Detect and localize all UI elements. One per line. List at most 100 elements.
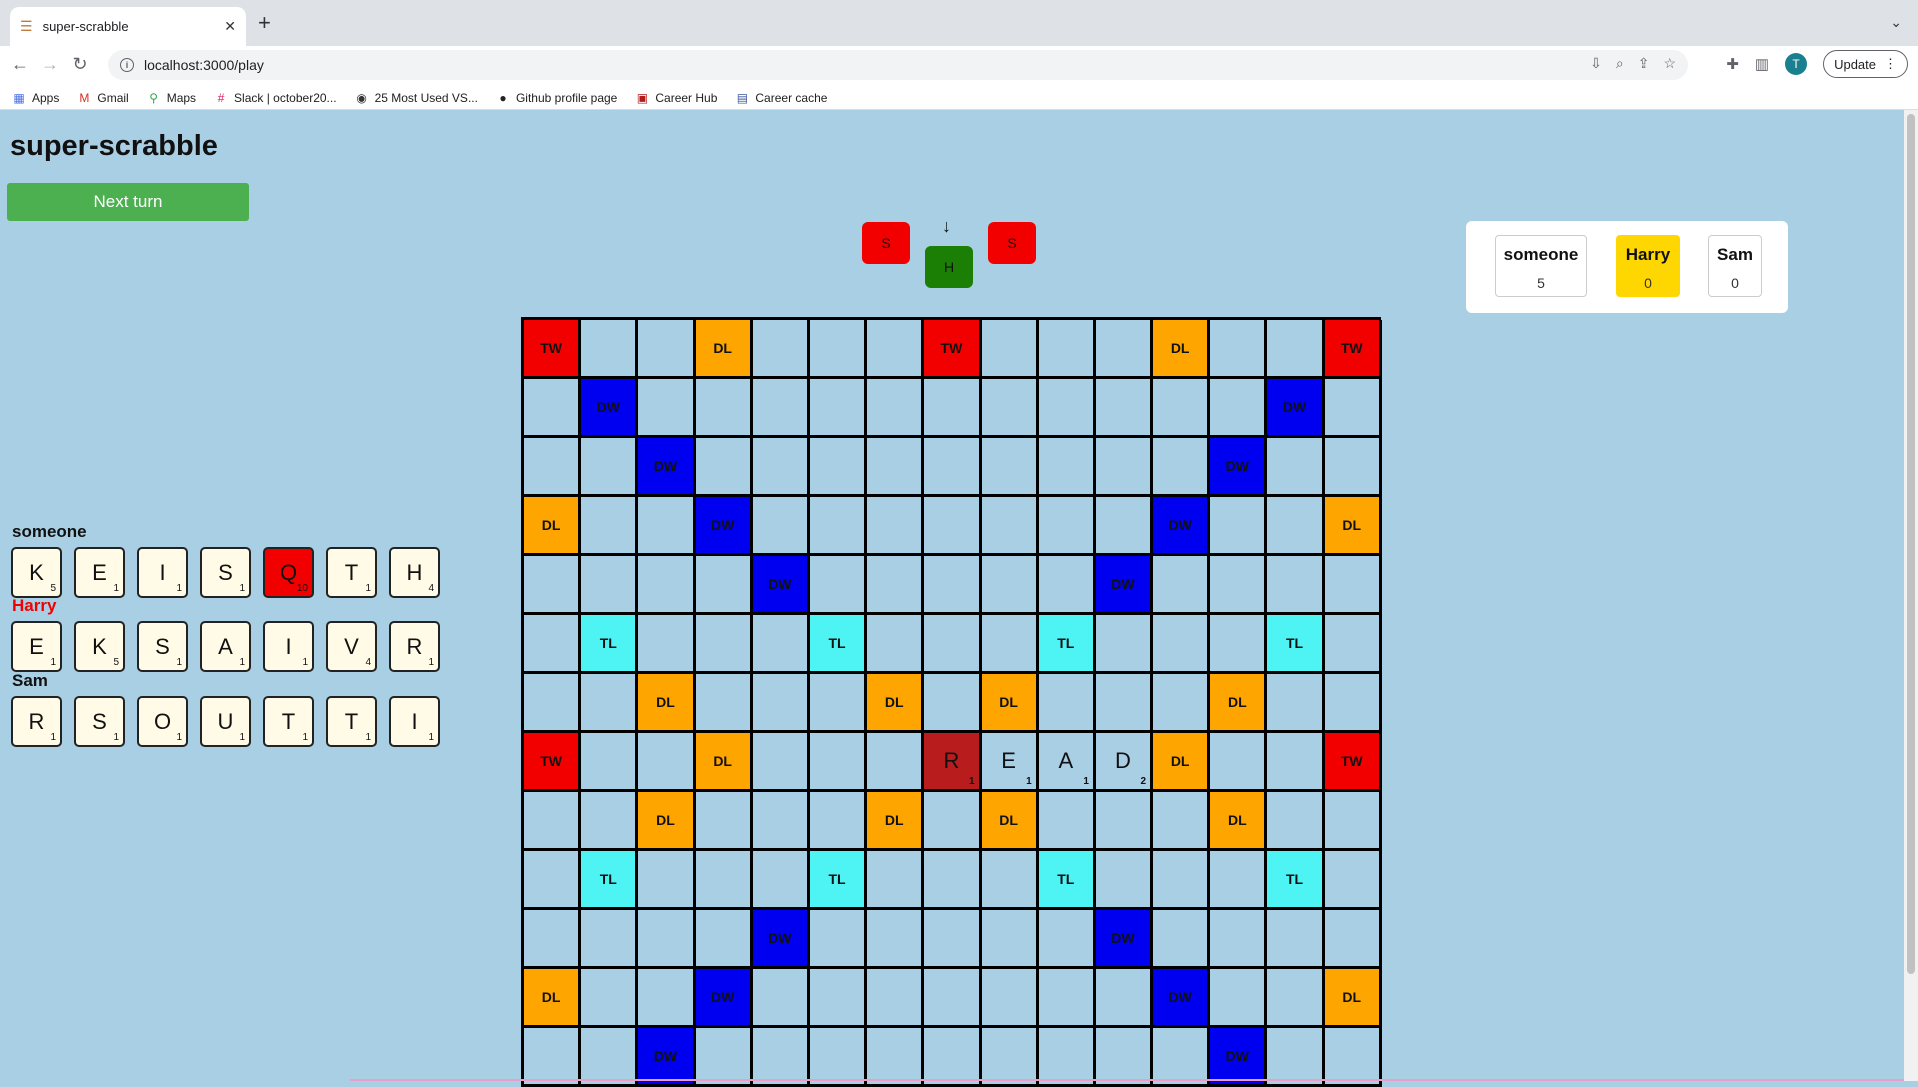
board-cell[interactable] xyxy=(867,379,925,438)
board-cell[interactable] xyxy=(695,438,753,497)
board-cell[interactable] xyxy=(1038,969,1096,1028)
premium-square-tl[interactable]: TL xyxy=(1038,615,1096,674)
board-cell[interactable] xyxy=(1210,969,1268,1028)
board-cell[interactable] xyxy=(1324,615,1382,674)
board-cell[interactable] xyxy=(809,320,868,379)
board-cell[interactable] xyxy=(524,615,582,674)
rack-tile[interactable]: S1 xyxy=(200,547,251,598)
board-cell[interactable] xyxy=(581,438,639,497)
rack-tile[interactable]: V4 xyxy=(326,621,377,672)
premium-square-dl[interactable]: DL xyxy=(1153,733,1211,792)
board-cell[interactable] xyxy=(867,556,925,615)
board-cell[interactable] xyxy=(1153,674,1211,733)
board-cell[interactable] xyxy=(1038,497,1096,556)
board-cell[interactable] xyxy=(1038,792,1096,851)
bookmark-item[interactable]: M Gmail xyxy=(77,91,128,105)
bookmark-item[interactable]: ▦ Apps xyxy=(12,91,59,105)
board-cell[interactable] xyxy=(638,615,696,674)
board-cell[interactable] xyxy=(924,438,982,497)
board-cell[interactable] xyxy=(752,497,810,556)
premium-square-dl[interactable]: DL xyxy=(1324,497,1382,556)
board-cell[interactable] xyxy=(1153,851,1211,910)
board-cell[interactable] xyxy=(809,379,868,438)
premium-square-dl[interactable]: DL xyxy=(1324,969,1382,1028)
board-cell[interactable] xyxy=(1267,556,1325,615)
rack-tile[interactable]: A1 xyxy=(200,621,251,672)
board-cell[interactable] xyxy=(581,674,639,733)
board-cell[interactable] xyxy=(867,969,925,1028)
premium-square-dl[interactable]: DL xyxy=(695,320,753,379)
board-cell[interactable] xyxy=(1210,851,1268,910)
premium-square-dl[interactable]: DL xyxy=(1153,320,1211,379)
board-cell[interactable] xyxy=(809,969,868,1028)
board-cell[interactable] xyxy=(1038,320,1096,379)
board-cell[interactable] xyxy=(924,910,982,969)
premium-square-dw[interactable]: DW xyxy=(695,969,753,1028)
board-cell[interactable] xyxy=(1324,792,1382,851)
premium-square-tl[interactable]: TL xyxy=(809,851,868,910)
install-icon[interactable]: ⇩ xyxy=(1590,55,1602,72)
board-cell[interactable] xyxy=(1267,733,1325,792)
premium-square-tw[interactable]: TW xyxy=(1324,733,1382,792)
board-cell[interactable] xyxy=(1153,556,1211,615)
board-cell[interactable] xyxy=(1153,615,1211,674)
board-cell[interactable] xyxy=(638,320,696,379)
extensions-puzzle-icon[interactable]: ✚ xyxy=(1726,55,1739,73)
board-cell[interactable] xyxy=(809,497,868,556)
premium-square-dl[interactable]: DL xyxy=(638,792,696,851)
board-cell[interactable] xyxy=(752,733,810,792)
board-cell[interactable] xyxy=(1267,969,1325,1028)
board-cell[interactable] xyxy=(1267,438,1325,497)
bookmark-item[interactable]: # Slack | october20... xyxy=(214,91,337,105)
board-cell[interactable] xyxy=(581,792,639,851)
board-cell[interactable] xyxy=(638,497,696,556)
board-cell[interactable] xyxy=(695,379,753,438)
board-cell[interactable] xyxy=(695,615,753,674)
rack-tile[interactable]: H4 xyxy=(389,547,440,598)
board-cell[interactable] xyxy=(1095,379,1154,438)
rack-tile[interactable]: R1 xyxy=(389,621,440,672)
board-cell[interactable] xyxy=(581,556,639,615)
premium-square-dw[interactable]: DW xyxy=(752,910,810,969)
placed-tile[interactable]: R1 xyxy=(924,733,982,792)
board-cell[interactable] xyxy=(752,615,810,674)
board-cell[interactable] xyxy=(752,851,810,910)
board-cell[interactable] xyxy=(809,438,868,497)
board-cell[interactable] xyxy=(924,674,982,733)
star-icon[interactable]: ☆ xyxy=(1663,55,1676,72)
rack-tile[interactable]: I1 xyxy=(263,621,314,672)
board-cell[interactable] xyxy=(1095,792,1154,851)
board-cell[interactable] xyxy=(1210,615,1268,674)
premium-square-tw[interactable]: TW xyxy=(1324,320,1382,379)
rack-tile[interactable]: E1 xyxy=(74,547,125,598)
premium-square-dl[interactable]: DL xyxy=(524,969,582,1028)
board-cell[interactable] xyxy=(809,733,868,792)
premium-square-tl[interactable]: TL xyxy=(581,615,639,674)
premium-square-dw[interactable]: DW xyxy=(1210,438,1268,497)
rack-tile[interactable]: T1 xyxy=(263,696,314,747)
board-cell[interactable] xyxy=(867,910,925,969)
board-cell[interactable] xyxy=(924,792,982,851)
board-cell[interactable] xyxy=(809,910,868,969)
rack-tile[interactable]: K5 xyxy=(74,621,125,672)
reload-icon[interactable]: ↻ xyxy=(68,54,92,75)
board-cell[interactable] xyxy=(752,438,810,497)
premium-square-tl[interactable]: TL xyxy=(809,615,868,674)
board-cell[interactable] xyxy=(1095,851,1154,910)
rack-tile[interactable]: I1 xyxy=(389,696,440,747)
back-arrow-icon[interactable]: ← xyxy=(8,54,32,75)
scrollbar[interactable] xyxy=(1904,110,1918,1081)
board-cell[interactable] xyxy=(524,851,582,910)
board-cell[interactable] xyxy=(981,320,1039,379)
board-cell[interactable] xyxy=(1095,438,1154,497)
avatar[interactable]: T xyxy=(1785,53,1808,75)
board-cell[interactable] xyxy=(1095,497,1154,556)
premium-square-dl[interactable]: DL xyxy=(1210,674,1268,733)
board-cell[interactable] xyxy=(752,674,810,733)
board-cell[interactable] xyxy=(981,851,1039,910)
board-cell[interactable] xyxy=(867,320,925,379)
premium-square-dl[interactable]: DL xyxy=(981,792,1039,851)
board-cell[interactable] xyxy=(581,910,639,969)
board-cell[interactable] xyxy=(981,556,1039,615)
board-cell[interactable] xyxy=(1095,674,1154,733)
